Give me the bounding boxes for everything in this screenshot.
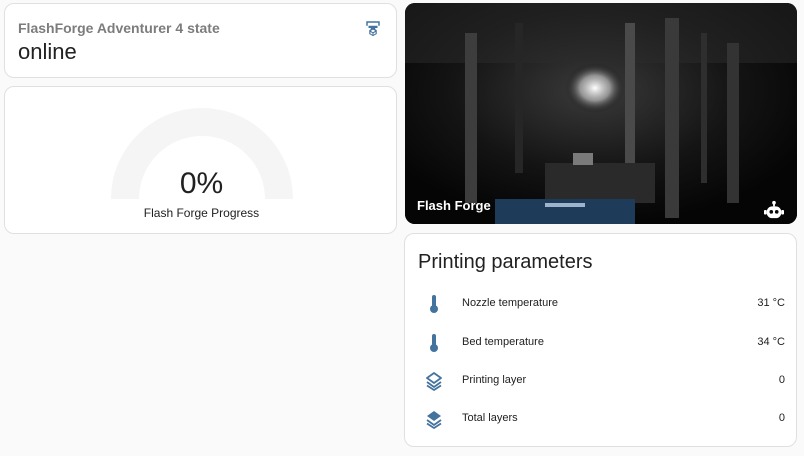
- layers-icon: [426, 411, 442, 429]
- parameter-row-printing-layer[interactable]: Printing layer 0: [405, 362, 798, 400]
- parameter-value: 0: [778, 412, 785, 424]
- camera-card[interactable]: Flash Forge: [405, 3, 797, 224]
- parameter-label: Total layers: [462, 412, 518, 424]
- parameter-row-total-layers[interactable]: Total layers 0: [405, 400, 798, 438]
- parameter-row-bed-temperature[interactable]: Bed temperature 34 °C: [405, 324, 798, 362]
- thermometer-icon: [430, 334, 438, 352]
- printer-state-card[interactable]: FlashForge Adventurer 4 state online: [4, 3, 397, 78]
- parameter-label: Nozzle temperature: [462, 297, 558, 309]
- parameter-label: Printing layer: [462, 374, 527, 386]
- printing-parameters-card: Printing parameters Nozzle temperature 3…: [404, 233, 797, 447]
- printer-3d-icon: [366, 21, 380, 37]
- layers-outline-icon: [426, 372, 442, 391]
- camera-feed-image: [405, 3, 797, 224]
- state-card-title: FlashForge Adventurer 4 state: [18, 20, 220, 36]
- progress-gauge-card[interactable]: 0% Flash Forge Progress: [4, 86, 397, 234]
- gauge-value: 0%: [179, 167, 224, 200]
- robot-icon: [764, 200, 784, 219]
- parameters-heading: Printing parameters: [418, 251, 593, 273]
- thermometer-icon: [430, 295, 438, 313]
- parameter-value: 31 °C: [757, 297, 785, 309]
- camera-name: Flash Forge: [417, 198, 491, 213]
- parameter-label: Bed temperature: [462, 336, 544, 348]
- state-card-value: online: [18, 39, 77, 64]
- parameter-value: 34 °C: [757, 336, 785, 348]
- parameter-row-nozzle-temperature[interactable]: Nozzle temperature 31 °C: [405, 285, 798, 323]
- gauge-name: Flash Forge Progress: [143, 206, 260, 220]
- parameter-value: 0: [778, 374, 785, 386]
